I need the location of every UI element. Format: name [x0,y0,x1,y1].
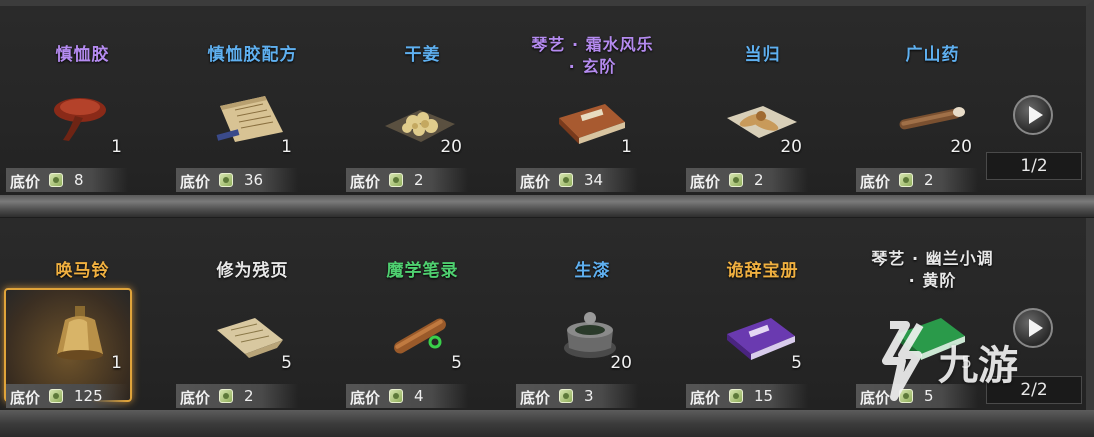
item-slot[interactable]: 当归 20 底价 2 [680,10,850,200]
price-value: 4 [414,387,424,405]
item-name: 生漆 [574,261,611,281]
price-bar: 底价 2 [686,168,808,192]
item-count: 1 [111,137,122,157]
item-slot[interactable]: 生漆 20 底价 3 [510,226,680,416]
item-slot[interactable]: 琴艺 · 霜水风乐 · 玄阶 1 底价 34 [510,10,680,200]
price-bar: 底价 4 [346,384,468,408]
coin-icon [219,389,233,403]
price-bar: 底价 15 [686,384,808,408]
price-value: 125 [74,387,103,405]
item-name: 慎恤胶 [55,45,110,65]
price-label: 底价 [350,389,381,407]
item-name: 当归 [744,45,781,65]
page-indicator: 1/2 [986,152,1082,180]
item-slot[interactable]: 唤马铃 1 底价 125 [0,226,170,416]
item-count: 5 [791,353,802,373]
price-bar: 底价 125 [6,384,128,408]
item-name: 琴艺 · 霜水风乐 · 玄阶 [531,35,654,76]
item-count: 20 [610,353,632,373]
item-count: 1 [281,137,292,157]
price-value: 8 [74,171,84,189]
price-value: 15 [754,387,774,405]
price-value: 2 [754,171,764,189]
item-name: 诡辞宝册 [726,261,799,281]
next-page-button[interactable] [1013,95,1053,135]
item-name: 修为残页 [216,261,289,281]
item-name: 魔学笔录 [386,261,459,281]
price-label: 底价 [10,389,41,407]
price-bar: 底价 2 [346,168,468,192]
price-bar: 底价 2 [856,168,978,192]
item-slot[interactable]: 干姜 20 底价 2 [340,10,510,200]
price-value: 2 [244,387,254,405]
coin-icon [559,173,573,187]
coin-icon [389,173,403,187]
price-label: 底价 [10,173,41,191]
price-bar: 底价 36 [176,168,298,192]
coin-icon [219,173,233,187]
price-label: 底价 [350,173,381,191]
price-value: 34 [584,171,604,189]
price-bar: 底价 3 [516,384,638,408]
item-count: 20 [780,137,802,157]
price-label: 底价 [520,173,551,191]
price-label: 底价 [860,173,891,191]
price-label: 底价 [690,173,721,191]
coin-icon [729,173,743,187]
coin-icon [899,173,913,187]
item-name: 琴艺 · 幽兰小调 · 黄阶 [871,249,994,290]
price-value: 2 [924,171,934,189]
price-label: 底价 [520,389,551,407]
item-name: 唤马铃 [55,261,110,281]
item-name: 慎恤胶配方 [207,45,298,65]
price-label: 底价 [180,389,211,407]
item-count: 1 [621,137,632,157]
price-value: 36 [244,171,264,189]
item-name: 干姜 [404,45,441,65]
item-count: 20 [440,137,462,157]
coin-icon [49,173,63,187]
jiuyou-logo-icon [882,321,924,401]
price-bar: 底价 8 [6,168,128,192]
item-name: 广山药 [905,45,960,65]
coin-icon [49,389,63,403]
watermark: 九游 [868,315,1088,405]
item-slot[interactable]: 慎恤胶配方 1 底价 36 [170,10,340,200]
item-slot[interactable]: 魔学笔录 5 底价 4 [340,226,510,416]
item-slot[interactable]: 诡辞宝册 5 底价 15 [680,226,850,416]
watermark-text: 九游 [938,343,1018,389]
item-count: 1 [111,353,122,373]
price-value: 3 [584,387,594,405]
item-slot[interactable]: 慎恤胶 1 底价 8 [0,10,170,200]
item-count: 5 [451,353,462,373]
coin-icon [389,389,403,403]
coin-icon [559,389,573,403]
price-bar: 底价 2 [176,384,298,408]
item-count: 5 [281,353,292,373]
price-label: 底价 [180,173,211,191]
price-label: 底价 [690,389,721,407]
coin-icon [729,389,743,403]
price-value: 2 [414,171,424,189]
item-count: 20 [950,137,972,157]
item-slot[interactable]: 修为残页 5 底价 2 [170,226,340,416]
price-bar: 底价 34 [516,168,638,192]
